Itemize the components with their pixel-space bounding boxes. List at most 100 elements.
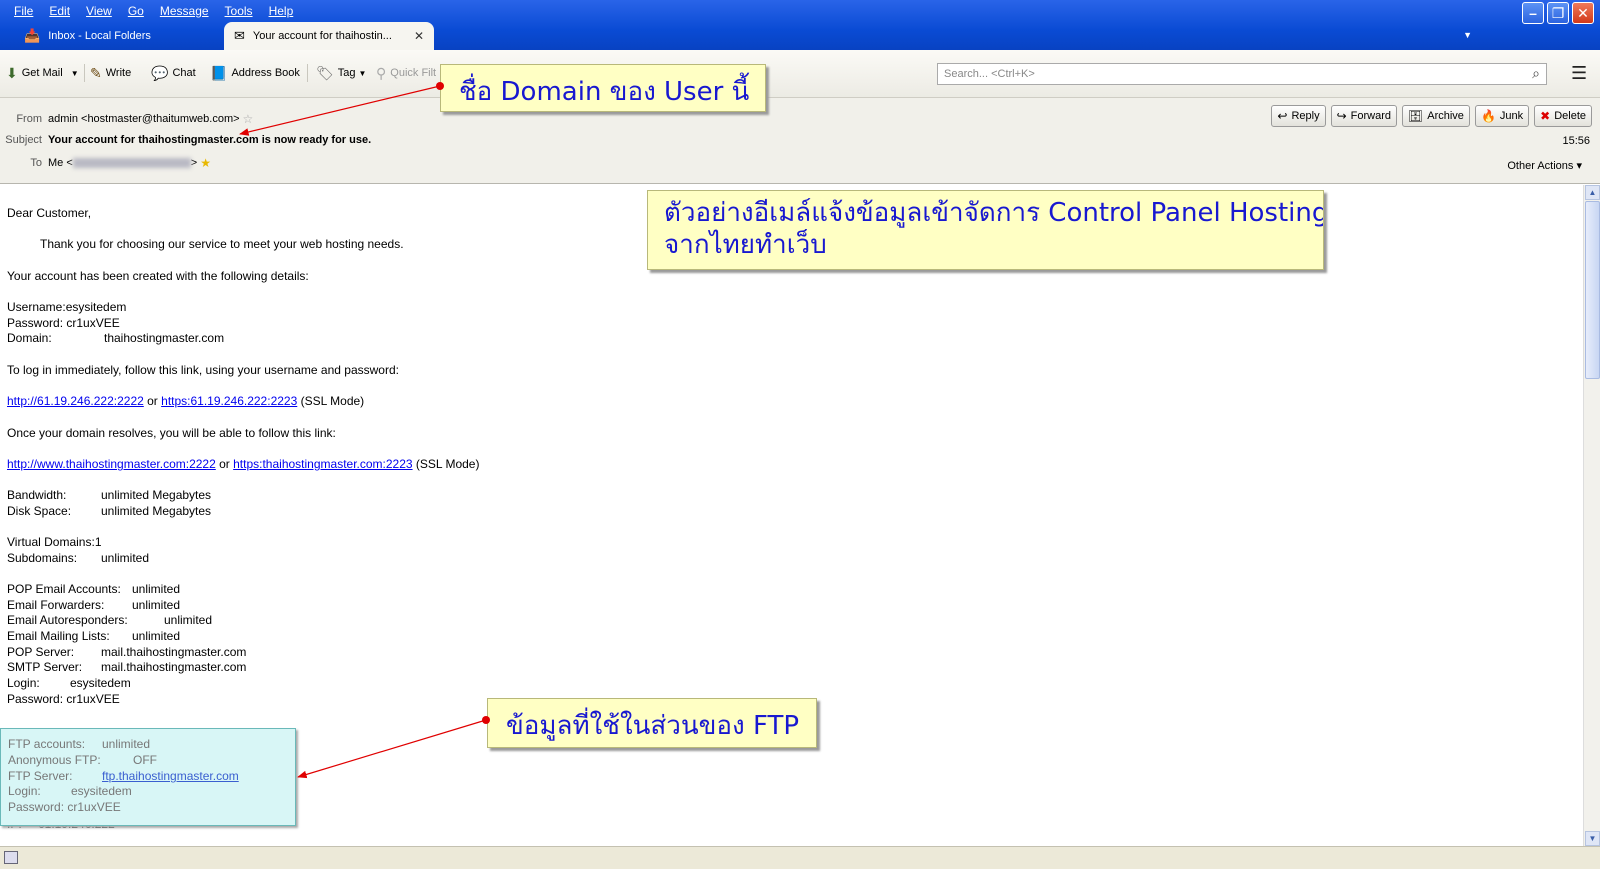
delete-button[interactable]: ✖ Delete bbox=[1534, 105, 1592, 127]
pop-accounts-row: POP Email Accounts: unlimited bbox=[7, 582, 180, 596]
menu-view[interactable]: View bbox=[78, 2, 120, 20]
chat-button[interactable]: 💬 Chat bbox=[151, 62, 196, 84]
activity-icon[interactable] bbox=[4, 851, 18, 864]
mailing-lists-value: unlimited bbox=[132, 629, 181, 643]
tag-button[interactable]: 🏷 Tag ▼ bbox=[316, 62, 366, 84]
smtp-server-label: SMTP Server: bbox=[7, 660, 83, 674]
menu-edit[interactable]: Edit bbox=[41, 2, 78, 20]
ftp-server-link[interactable]: ftp.thaihostingmaster.com bbox=[102, 769, 239, 783]
archive-button[interactable]: 🗄 Archive bbox=[1402, 105, 1470, 127]
minimize-button[interactable]: – bbox=[1522, 2, 1544, 24]
pop-server-label: POP Server: bbox=[7, 645, 75, 659]
envelope-icon: ✉ bbox=[234, 28, 245, 43]
restore-button[interactable]: ❐ bbox=[1547, 2, 1569, 24]
from-value[interactable]: admin <hostmaster@thaitumweb.com> bbox=[48, 113, 240, 125]
domain-link-http[interactable]: http://www.thaihostingmaster.com:2222 bbox=[7, 457, 216, 471]
menu-go[interactable]: Go bbox=[120, 2, 152, 20]
vertical-scrollbar[interactable]: ▲ ▼ bbox=[1583, 185, 1600, 846]
tab-message[interactable]: ✉ Your account for thaihostin... ✕ bbox=[224, 22, 434, 50]
reply-button[interactable]: ↩ Reply bbox=[1271, 105, 1326, 127]
from-row: From admin <hostmaster@thaitumweb.com> ☆ bbox=[0, 112, 253, 126]
reply-icon: ↩ bbox=[1277, 109, 1288, 123]
resolves-text: Once your domain resolves, you will be a… bbox=[7, 426, 336, 440]
disk-row: Disk Space: unlimited Megabytes bbox=[7, 504, 211, 518]
forwarders-row: Email Forwarders: unlimited bbox=[7, 598, 180, 612]
tab-message-label: Your account for thaihostin... bbox=[252, 30, 392, 42]
main-callout: ตัวอย่างอีเมล์แจ้งข้อมูลเข้าจัดการ Contr… bbox=[647, 190, 1324, 270]
close-tab-icon[interactable]: ✕ bbox=[414, 29, 424, 43]
tab-list-chevron-icon[interactable]: ▼ bbox=[1463, 30, 1472, 40]
anon-ftp-row: Anonymous FTP: OFF bbox=[8, 753, 157, 767]
star-icon[interactable]: ☆ bbox=[243, 112, 254, 126]
get-mail-icon: ⬇ bbox=[6, 64, 18, 81]
domain-label: Domain: bbox=[7, 331, 52, 345]
ftp-server-label: FTP Server: bbox=[8, 769, 73, 783]
login-instructions: To log in immediately, follow this link,… bbox=[7, 363, 399, 377]
menu-file[interactable]: File bbox=[6, 2, 41, 20]
ssl-mode-text: (SSL Mode) bbox=[297, 394, 365, 408]
cp-link-http[interactable]: http://61.19.246.222:2222 bbox=[7, 394, 144, 408]
chat-label: Chat bbox=[172, 67, 196, 79]
junk-label: Junk bbox=[1499, 110, 1524, 122]
mailing-lists-row: Email Mailing Lists: unlimited bbox=[7, 629, 180, 643]
menu-help[interactable]: Help bbox=[261, 2, 302, 20]
login-row: Login: esysitedem bbox=[7, 676, 131, 690]
forward-icon: ↪ bbox=[1336, 109, 1347, 123]
to-prefix: Me < bbox=[48, 157, 73, 169]
close-window-button[interactable]: ✕ bbox=[1572, 2, 1594, 24]
autoresponders-label: Email Autoresponders: bbox=[7, 613, 128, 627]
vdomains-text: Virtual Domains:1 bbox=[7, 535, 102, 549]
tag-icon: 🏷 bbox=[316, 64, 334, 81]
menu-tools[interactable]: Tools bbox=[217, 2, 261, 20]
scroll-down-icon[interactable]: ▼ bbox=[1585, 831, 1600, 846]
smtp-server-value: mail.thaihostingmaster.com bbox=[101, 660, 247, 674]
quick-filter-button[interactable]: ⚲ Quick Filt bbox=[376, 62, 436, 84]
star-icon[interactable]: ★ bbox=[200, 156, 211, 170]
forwarders-value: unlimited bbox=[132, 598, 181, 612]
flame-icon: 🔥 bbox=[1480, 109, 1496, 123]
reply-label: Reply bbox=[1291, 110, 1320, 122]
menu-message[interactable]: Message bbox=[152, 2, 217, 20]
domain-link-https[interactable]: https:thaihostingmaster.com:2223 bbox=[233, 457, 412, 471]
address-book-button[interactable]: 📘 Address Book bbox=[210, 62, 300, 84]
cp-link-https[interactable]: https:61.19.246.222:2223 bbox=[161, 394, 297, 408]
tab-inbox[interactable]: 📥 Inbox - Local Folders bbox=[14, 22, 224, 50]
subdomains-label: Subdomains: bbox=[7, 551, 78, 565]
other-actions-button[interactable]: Other Actions ▾ bbox=[1507, 159, 1582, 172]
junk-button[interactable]: 🔥 Junk bbox=[1474, 105, 1530, 127]
main-toolbar: ⬇ Get Mail ▼ ✎ Write 💬 Chat 📘 Address Bo… bbox=[0, 50, 1600, 98]
forwarders-label: Email Forwarders: bbox=[7, 598, 105, 612]
to-label: To bbox=[30, 157, 42, 169]
toolbar-divider bbox=[307, 64, 308, 82]
to-row: To Me < > ★ bbox=[0, 156, 211, 170]
inbox-icon: 📥 bbox=[24, 28, 41, 43]
search-icon[interactable]: ⌕ bbox=[1532, 65, 1540, 82]
tag-label: Tag bbox=[337, 67, 356, 79]
login-value: esysitedem bbox=[70, 676, 131, 690]
ftp-accounts-row: FTP accounts: unlimited bbox=[8, 737, 150, 751]
get-mail-button[interactable]: ⬇ Get Mail ▼ bbox=[6, 62, 79, 84]
created-text: Your account has been created with the f… bbox=[7, 269, 309, 283]
archive-label: Archive bbox=[1427, 110, 1464, 122]
app-menu-icon[interactable]: ☰ bbox=[1571, 64, 1587, 82]
scroll-up-icon[interactable]: ▲ bbox=[1585, 185, 1600, 200]
search-input[interactable]: Search... <Ctrl+K> ⌕ bbox=[937, 63, 1547, 85]
write-button[interactable]: ✎ Write bbox=[90, 62, 131, 84]
main-callout-line2: จากไทยทำเว็บ bbox=[664, 230, 827, 260]
ftp-password-text: Password: cr1uxVEE bbox=[8, 800, 121, 814]
password-text: Password: cr1uxVEE bbox=[7, 316, 120, 330]
ftp-callout: ข้อมูลที่ใช้ในส่วนของ FTP bbox=[487, 698, 817, 748]
toolbar-divider bbox=[84, 64, 85, 82]
ftp-login-row: Login: esysitedem bbox=[8, 784, 132, 798]
bandwidth-label: Bandwidth: bbox=[7, 488, 67, 502]
or-text: or bbox=[215, 457, 234, 471]
or-text: or bbox=[143, 394, 162, 408]
subdomains-row: Subdomains: unlimited bbox=[7, 551, 149, 565]
scrollbar-thumb[interactable] bbox=[1585, 201, 1600, 379]
forward-button[interactable]: ↪ Forward bbox=[1330, 105, 1398, 127]
domain-row: Domain: thaihostingmaster.com bbox=[7, 331, 224, 345]
greeting-text: Dear Customer, bbox=[7, 206, 92, 220]
chevron-down-icon[interactable]: ▼ bbox=[71, 69, 79, 78]
domain-links-row: http://www.thaihostingmaster.com:2222 or… bbox=[7, 457, 479, 471]
forward-label: Forward bbox=[1350, 110, 1392, 122]
